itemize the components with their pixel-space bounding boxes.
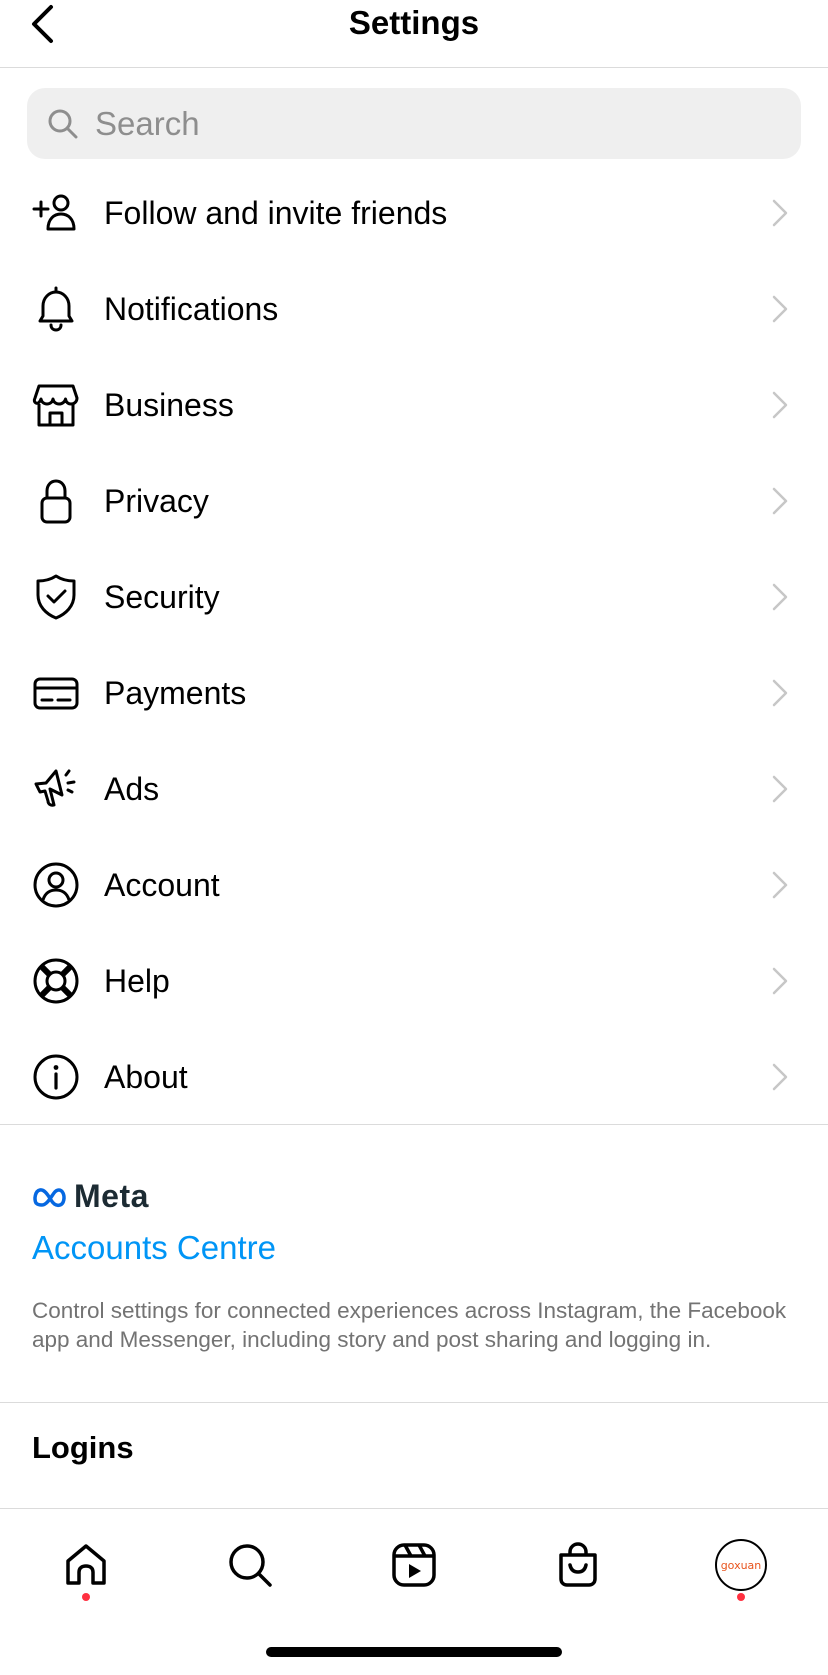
menu-item-about[interactable]: About: [0, 1029, 828, 1125]
menu-item-label: About: [104, 1059, 188, 1095]
settings-menu: Follow and invite friends Notifications …: [0, 165, 828, 1125]
card-icon: [32, 669, 80, 717]
chevron-right-icon: [768, 293, 792, 325]
section-divider: [0, 1402, 828, 1403]
menu-item-label: Notifications: [104, 291, 279, 327]
menu-item-help[interactable]: Help: [0, 933, 828, 1029]
lock-icon: [32, 477, 80, 525]
menu-item-notifications[interactable]: Notifications: [0, 261, 828, 357]
lifebuoy-icon: [32, 957, 80, 1005]
chevron-right-icon: [768, 485, 792, 517]
avatar: goxuan: [715, 1539, 767, 1591]
shopping-bag-icon: [559, 1542, 597, 1587]
meta-wordmark: Meta: [74, 1178, 149, 1214]
menu-item-follow-invite[interactable]: Follow and invite friends: [0, 165, 828, 261]
search-bar[interactable]: [27, 88, 801, 159]
tab-profile[interactable]: goxuan: [711, 1535, 771, 1595]
avatar-image: goxuan: [720, 1558, 762, 1572]
tab-search[interactable]: [220, 1535, 280, 1595]
menu-item-payments[interactable]: Payments: [0, 645, 828, 741]
storefront-icon: [32, 381, 80, 429]
bell-icon: [32, 285, 80, 333]
shield-check-icon: [32, 573, 80, 621]
menu-item-label: Privacy: [104, 483, 209, 519]
meta-infinity-icon: [33, 1187, 66, 1207]
search-input[interactable]: [93, 103, 757, 144]
chevron-right-icon: [768, 389, 792, 421]
menu-item-security[interactable]: Security: [0, 549, 828, 645]
menu-item-label: Security: [104, 579, 220, 615]
chevron-right-icon: [768, 581, 792, 613]
chevron-right-icon: [768, 677, 792, 709]
megaphone-icon: [32, 765, 80, 813]
search-icon: [47, 108, 79, 140]
notification-dot: [737, 1593, 745, 1601]
menu-item-label: Follow and invite friends: [104, 195, 448, 231]
menu-item-business[interactable]: Business: [0, 357, 828, 453]
logins-heading: Logins: [32, 1430, 134, 1465]
chevron-right-icon: [768, 773, 792, 805]
notification-dot: [82, 1593, 90, 1601]
menu-item-label: Help: [104, 963, 170, 999]
account-circle-icon: [32, 861, 80, 909]
home-indicator: [266, 1647, 562, 1657]
menu-item-label: Ads: [104, 771, 160, 807]
reels-icon: [392, 1543, 436, 1587]
home-icon: [66, 1544, 106, 1585]
accounts-centre-description: Control settings for connected experienc…: [32, 1298, 787, 1352]
chevron-right-icon: [768, 197, 792, 229]
accounts-centre-link[interactable]: Accounts Centre: [32, 1229, 276, 1267]
menu-item-account[interactable]: Account: [0, 837, 828, 933]
page-title: Settings: [348, 4, 480, 41]
tab-reels[interactable]: [384, 1535, 444, 1595]
meta-logo: Meta: [32, 1178, 149, 1215]
menu-item-label: Payments: [104, 675, 247, 711]
menu-item-privacy[interactable]: Privacy: [0, 453, 828, 549]
chevron-right-icon: [768, 869, 792, 901]
tab-shop[interactable]: [548, 1535, 608, 1595]
tab-home[interactable]: [56, 1535, 116, 1595]
search-icon: [229, 1544, 272, 1587]
menu-item-ads[interactable]: Ads: [0, 741, 828, 837]
chevron-right-icon: [768, 965, 792, 997]
header-bar: Settings: [0, 0, 828, 68]
section-divider: [0, 1124, 828, 1125]
menu-item-label: Account: [104, 867, 220, 903]
add-person-icon: [32, 189, 80, 237]
menu-item-label: Business: [104, 387, 234, 423]
info-icon: [32, 1053, 80, 1101]
chevron-right-icon: [768, 1061, 792, 1093]
